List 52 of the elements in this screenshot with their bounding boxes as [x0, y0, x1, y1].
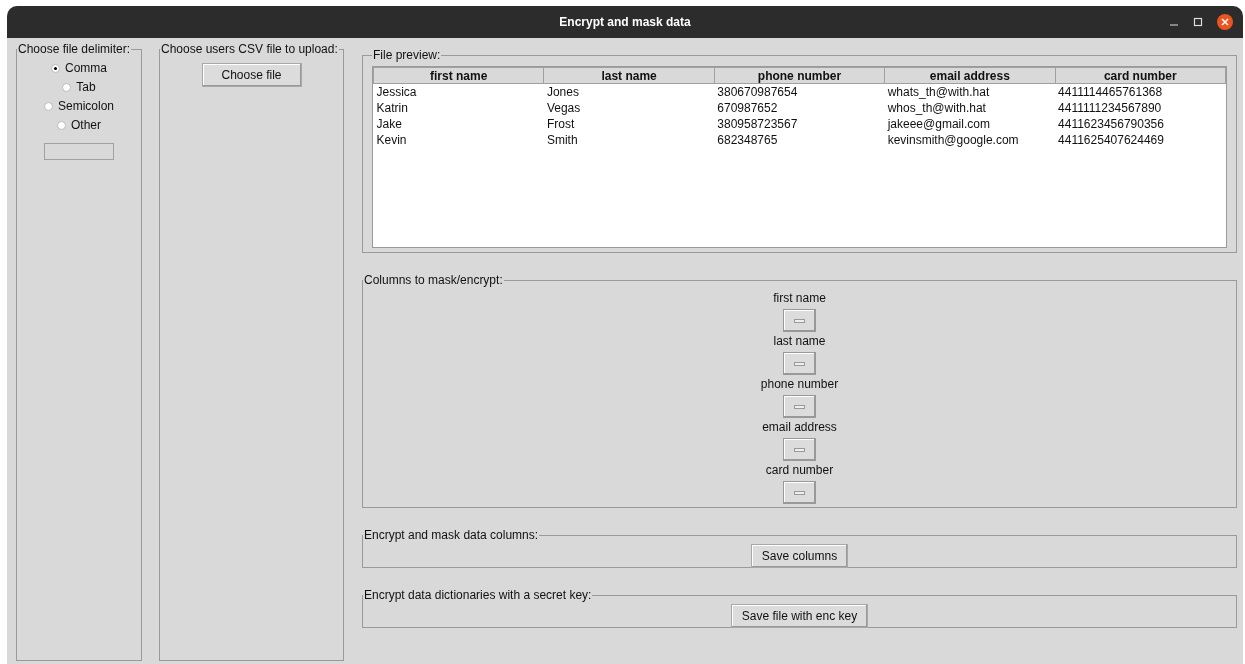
- delimiter-radio[interactable]: Comma: [51, 60, 107, 76]
- table-cell: Jones: [543, 83, 715, 100]
- column-header[interactable]: email address: [884, 67, 1056, 84]
- column-toggle[interactable]: [783, 352, 816, 375]
- column-toggle[interactable]: [783, 395, 816, 418]
- table-cell-text: whos_th@with.hat: [886, 100, 987, 116]
- column-label: email address: [762, 419, 837, 436]
- column-toggle[interactable]: [783, 309, 816, 332]
- column-header[interactable]: phone number: [714, 67, 885, 84]
- panel-title: Columns to mask/encrypt:: [363, 272, 504, 289]
- column-label: last name: [773, 333, 826, 350]
- table-cell-text: 670987652: [716, 100, 779, 116]
- panel-title: Encrypt and mask data columns:: [363, 527, 540, 544]
- table-cell-text: jakeee@gmail.com: [886, 116, 991, 132]
- table-cell-text: 4411623456790356: [1057, 116, 1165, 132]
- panel-title: Choose users CSV file to upload:: [160, 41, 339, 58]
- column-header[interactable]: first name: [373, 67, 544, 84]
- other-delimiter-field[interactable]: [44, 143, 114, 160]
- table-cell-text: 380958723567: [716, 116, 799, 132]
- delimiter-radio[interactable]: Tab: [62, 79, 96, 95]
- save-columns-button[interactable]: Save columns: [750, 544, 849, 568]
- column-header[interactable]: card number: [1055, 67, 1226, 84]
- column-toggle[interactable]: [783, 481, 816, 504]
- panel-title: Encrypt data dictionaries with a secret key:: [363, 587, 593, 604]
- maximize-icon[interactable]: [1193, 17, 1203, 27]
- column-toggle[interactable]: [783, 438, 816, 461]
- table-cell: 380670987654: [714, 83, 885, 100]
- panel-title: Choose file delimiter:: [17, 41, 132, 58]
- table-cell-text: 4411111234567890: [1057, 100, 1163, 116]
- window-title: Encrypt and mask data: [559, 14, 691, 31]
- column-label: card number: [765, 462, 834, 479]
- choose-file-button[interactable]: Choose file: [201, 63, 302, 87]
- table-cell-text: Smith: [545, 132, 579, 148]
- delimiter-radio[interactable]: Other: [57, 117, 101, 133]
- delimiter-radio[interactable]: Semicolon: [44, 98, 114, 114]
- column-label: phone number: [760, 376, 839, 393]
- column-label: first name: [773, 290, 826, 307]
- table-cell-text: Vegas: [545, 100, 582, 116]
- table-cell-text: Frost: [545, 116, 576, 132]
- table-cell-text: Katrin: [375, 100, 409, 116]
- table-cell-text: Jake: [375, 116, 403, 132]
- column-header[interactable]: last name: [543, 67, 715, 84]
- table-cell-text: 682348765: [716, 132, 779, 148]
- save-key-button[interactable]: Save file with enc key: [730, 604, 869, 628]
- table-cell-text: kevinsmith@google.com: [886, 132, 1020, 148]
- close-icon[interactable]: [1217, 14, 1233, 30]
- panel-title: File preview:: [372, 47, 442, 64]
- table-cell-text: Kevin: [375, 132, 408, 148]
- table-cell: Jessica: [373, 83, 544, 100]
- table-cell: 4411114465761368: [1055, 83, 1226, 100]
- table-cell-text: 4411625407624469: [1057, 132, 1165, 148]
- table-cell: whats_th@with.hat: [884, 83, 1056, 100]
